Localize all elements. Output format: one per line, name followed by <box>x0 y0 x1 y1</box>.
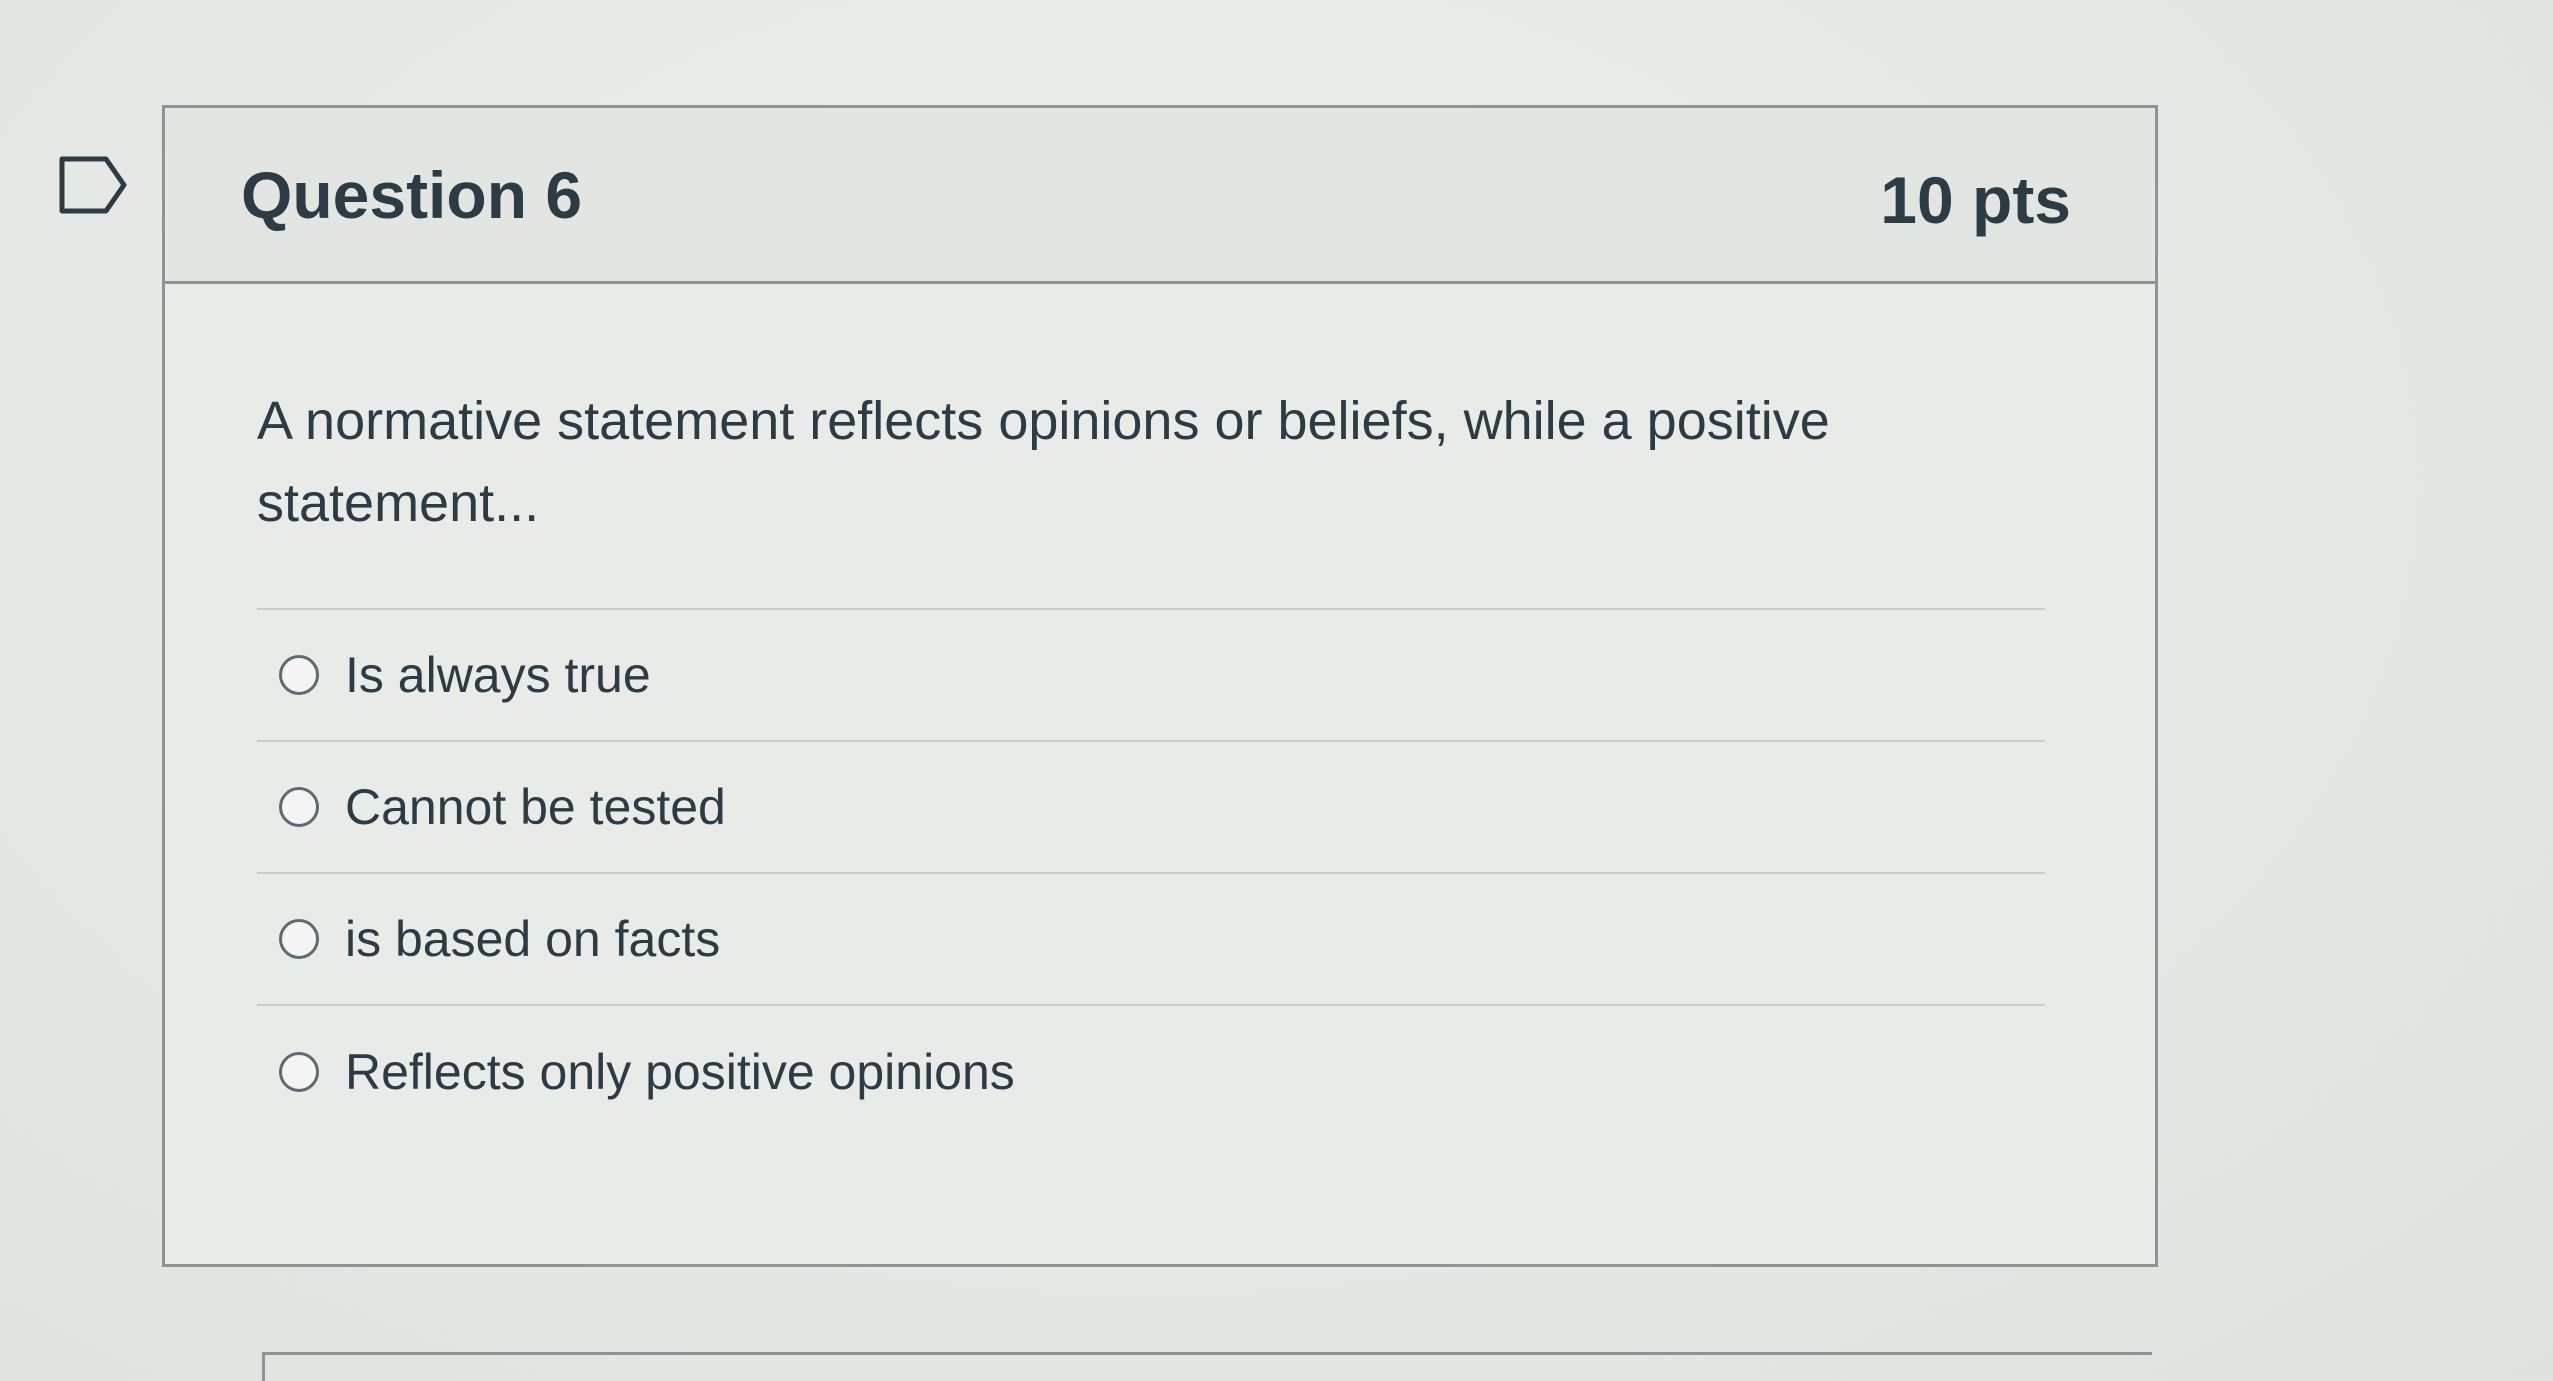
answer-label: is based on facts <box>345 911 721 967</box>
question-header: Question 6 10 pts <box>165 108 2155 284</box>
answer-option[interactable]: is based on facts <box>257 874 2045 1006</box>
answer-label: Reflects only positive opinions <box>345 1044 1015 1100</box>
answer-option[interactable]: Cannot be tested <box>257 742 2045 874</box>
question-card: Question 6 10 pts A normative statement … <box>162 105 2158 1267</box>
question-body: A normative statement reflects opinions … <box>165 284 2155 1138</box>
question-title: Question 6 <box>241 157 583 232</box>
radio-unchecked-icon[interactable] <box>279 1052 319 1092</box>
radio-unchecked-icon[interactable] <box>279 919 319 959</box>
answer-list: Is always true Cannot be tested is based… <box>257 608 2045 1138</box>
next-question-card-edge <box>262 1352 2152 1381</box>
answer-label: Cannot be tested <box>345 779 726 835</box>
radio-unchecked-icon[interactable] <box>279 655 319 695</box>
answer-label: Is always true <box>345 647 651 703</box>
answer-option[interactable]: Is always true <box>257 610 2045 742</box>
answer-option[interactable]: Reflects only positive opinions <box>257 1006 2045 1138</box>
radio-unchecked-icon[interactable] <box>279 787 319 827</box>
question-points: 10 pts <box>1880 162 2071 237</box>
question-text: A normative statement reflects opinions … <box>257 391 1830 533</box>
bookmark-flag-icon[interactable] <box>58 155 130 215</box>
